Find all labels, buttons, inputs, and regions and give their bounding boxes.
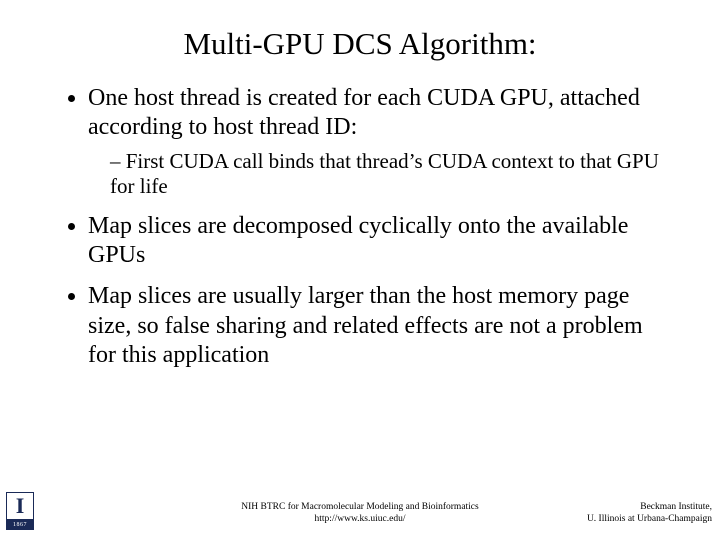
bullet-text: Map slices are decomposed cyclically ont… — [88, 213, 628, 268]
slide-title: Multi-GPU DCS Algorithm: — [0, 0, 720, 70]
footer-right-line2: U. Illinois at Urbana-Champaign — [587, 514, 712, 526]
bullet-item: Map slices are decomposed cyclically ont… — [88, 212, 660, 271]
sub-bullet-text: First CUDA call binds that thread’s CUDA… — [110, 149, 659, 199]
bullet-list: One host thread is created for each CUDA… — [60, 84, 660, 370]
bullet-text: One host thread is created for each CUDA… — [88, 85, 640, 140]
bullet-item: One host thread is created for each CUDA… — [88, 84, 660, 200]
sub-bullet-item: First CUDA call binds that thread’s CUDA… — [110, 149, 660, 200]
footer-right-line1: Beckman Institute, — [587, 502, 712, 514]
illinois-logo: I 1867 — [6, 492, 34, 530]
slide-footer: I 1867 NIH BTRC for Macromolecular Model… — [0, 486, 720, 532]
footer-right: Beckman Institute, U. Illinois at Urbana… — [587, 502, 712, 526]
slide: Multi-GPU DCS Algorithm: One host thread… — [0, 0, 720, 540]
bullet-text: Map slices are usually larger than the h… — [88, 283, 643, 368]
logo-year: 1867 — [6, 520, 34, 530]
bullet-item: Map slices are usually larger than the h… — [88, 282, 660, 370]
sub-bullet-list: First CUDA call binds that thread’s CUDA… — [88, 149, 660, 200]
footer-center-line2: http://www.ks.uiuc.edu/ — [241, 514, 478, 526]
footer-center-line1: NIH BTRC for Macromolecular Modeling and… — [241, 502, 478, 514]
slide-body: One host thread is created for each CUDA… — [0, 70, 720, 370]
footer-center: NIH BTRC for Macromolecular Modeling and… — [241, 502, 478, 526]
logo-letter: I — [16, 495, 25, 517]
logo-block-i: I — [6, 492, 34, 520]
